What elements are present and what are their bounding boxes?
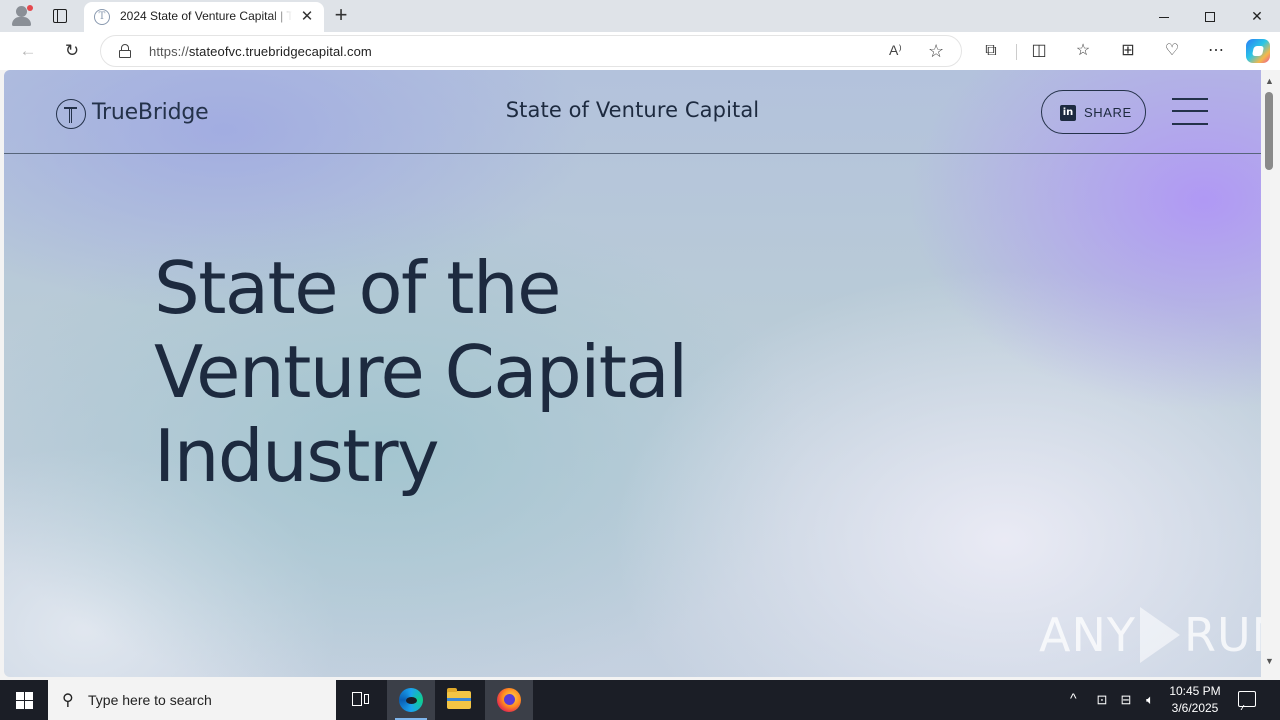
address-bar[interactable]: https://stateofvc.truebridgecapital.com … [100,35,962,67]
notifications-icon[interactable] [1238,691,1256,707]
more-menu-icon[interactable]: ⋯ [1205,40,1227,62]
tab-strip: T 2024 State of Venture Capital | TrueBr… [0,0,1280,32]
clock-time: 10:45 PM [1169,684,1221,698]
meet-now-icon[interactable]: ⊡ [1093,691,1111,709]
close-window-button[interactable]: ✕ [1234,0,1280,32]
volume-icon[interactable]: 🔈︎ [1141,691,1159,709]
tab-title: 2024 State of Venture Capital | TrueBrid… [120,9,292,23]
favorite-star-icon[interactable]: ☆ [928,41,944,62]
profile-avatar-icon[interactable] [10,5,34,27]
hero-title-line: State of the [154,246,561,330]
page-viewport: TrueBridge State of Venture Capital in S… [0,70,1280,680]
toolbar-divider [1016,44,1017,60]
linkedin-share-button[interactable]: in SHARE [1041,90,1146,134]
network-icon[interactable]: ⊟ [1117,691,1135,709]
taskbar-clock[interactable]: 10:45 PM 3/6/2025 [1163,683,1227,717]
extensions-icon[interactable]: ⧉ [980,40,1002,62]
tab-actions-icon[interactable] [50,6,70,26]
taskbar-search-box[interactable]: ⚲ Type here to search [48,680,336,720]
restore-button[interactable] [1187,0,1233,32]
collections-icon[interactable]: ⊞ [1117,40,1139,62]
read-aloud-icon[interactable]: A⁾ [889,42,902,59]
reload-icon[interactable]: ↻ [61,40,83,62]
hero-title: State of the Venture Capital Industry [154,246,794,498]
windows-start-icon[interactable] [0,680,48,720]
copilot-icon[interactable] [1246,39,1270,63]
close-tab-icon[interactable]: ✕ [298,8,316,26]
linkedin-icon: in [1060,105,1076,121]
hamburger-menu-icon[interactable] [1172,98,1210,126]
search-icon: ⚲ [62,692,74,709]
task-view-icon[interactable] [336,680,384,720]
lock-icon[interactable] [119,44,131,58]
anyrun-watermark: ANYRUN [1039,606,1261,663]
scrollbar-thumb[interactable] [1265,92,1273,170]
new-tab-button[interactable]: + [330,4,352,26]
browser-essentials-icon[interactable]: ♡ [1161,40,1183,62]
file-explorer-icon[interactable] [435,680,483,720]
url-text[interactable]: https://stateofvc.truebridgecapital.com [149,44,372,59]
microsoft-edge-icon[interactable] [387,680,435,720]
browser-toolbar: ← ↻ https://stateofvc.truebridgecapital.… [0,32,1280,70]
truebridge-favicon-icon: T [94,9,110,25]
play-icon [1139,606,1180,663]
scroll-down-arrow-icon[interactable]: ▼ [1265,656,1274,666]
firefox-icon[interactable] [485,680,533,720]
scroll-up-arrow-icon[interactable]: ▲ [1265,76,1274,86]
vertical-scrollbar[interactable]: ▲ ▼ [1261,70,1280,680]
hero-title-line: Venture Capital [154,330,688,414]
browser-tab-active[interactable]: T 2024 State of Venture Capital | TrueBr… [84,2,324,32]
hero-title-line: Industry [154,414,440,498]
show-hidden-icons-chevron-icon[interactable]: ^ [1070,690,1077,706]
web-page: TrueBridge State of Venture Capital in S… [4,70,1261,677]
clock-date: 3/6/2025 [1171,701,1219,715]
favorites-icon[interactable]: ☆ [1072,40,1094,62]
windows-taskbar: ⚲ Type here to search ^ ⊡ ⊟ 🔈︎ 10:45 PM … [0,680,1280,720]
split-screen-icon[interactable]: ◫ [1028,40,1050,62]
minimize-button[interactable] [1141,0,1187,32]
site-header: TrueBridge State of Venture Capital in S… [4,70,1261,154]
share-label: SHARE [1084,105,1132,120]
back-arrow-icon[interactable]: ← [17,40,39,62]
search-placeholder: Type here to search [88,692,212,708]
